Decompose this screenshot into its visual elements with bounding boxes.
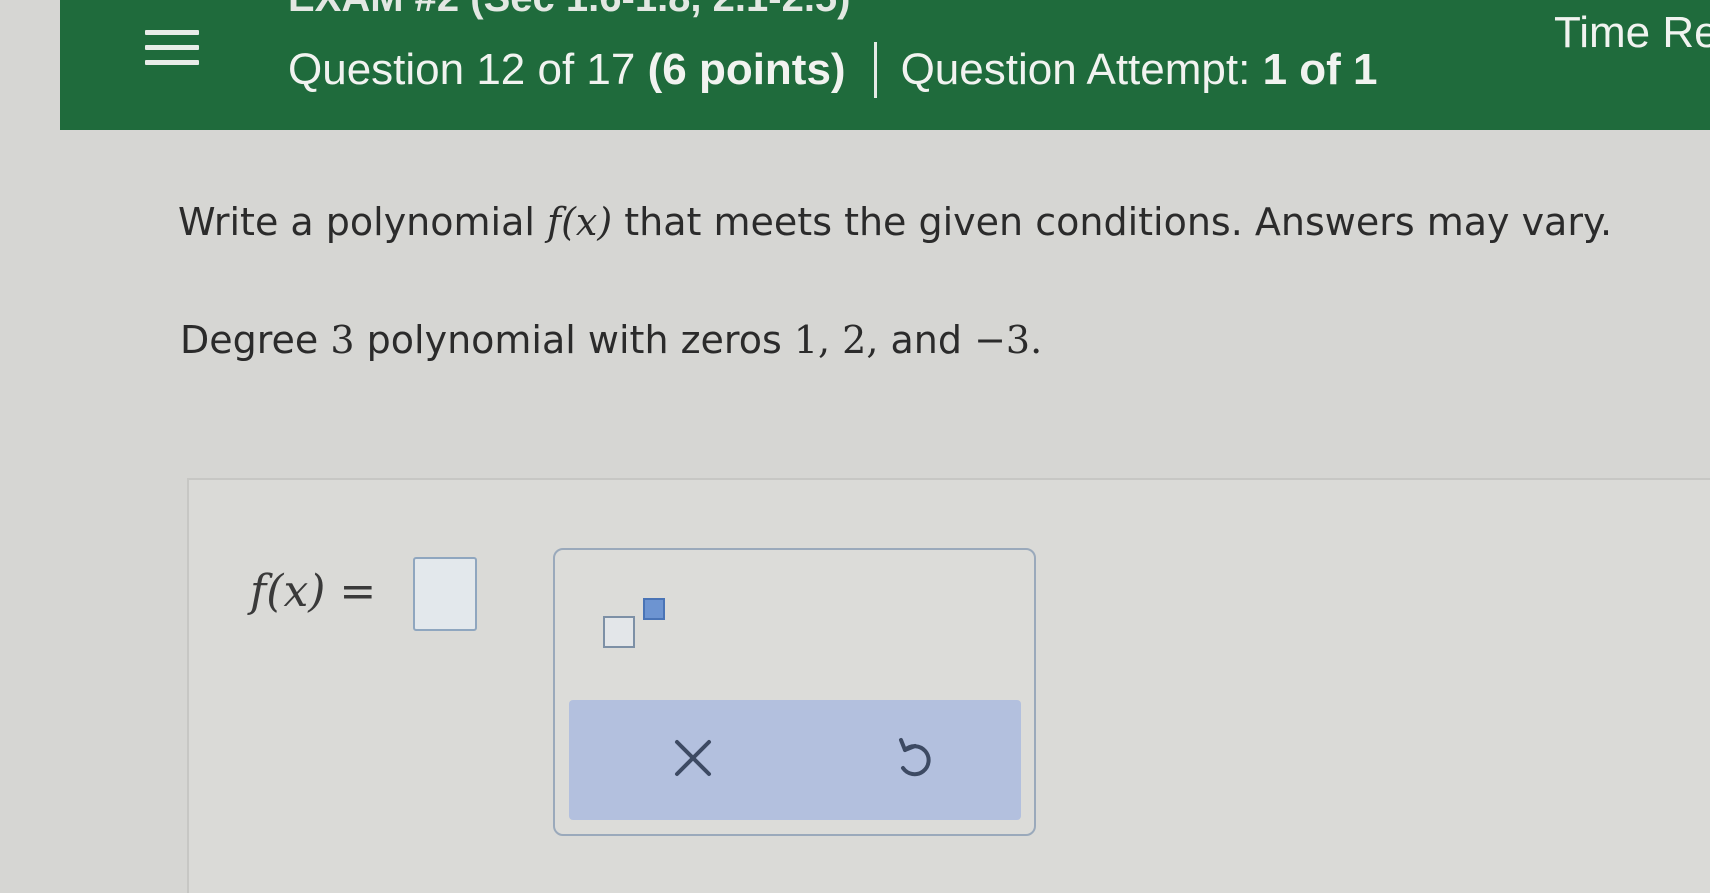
palette-action-bar <box>569 700 1021 820</box>
question-prompt: Write a polynomial f(x) that meets the g… <box>178 200 1613 244</box>
answer-input[interactable] <box>413 557 477 631</box>
question-info: Question 12 of 17 (6 points) Question At… <box>288 42 1377 98</box>
last-zero: −3. <box>974 318 1043 362</box>
answer-label: f(x) = <box>250 566 377 617</box>
question-points: (6 points) <box>647 45 846 94</box>
header-bar: EXAM #2 (Sec 1.6-1.8, 2.1-2.5) Question … <box>60 0 1710 130</box>
degree-value: 3 <box>330 318 355 362</box>
exponent-base-box <box>603 616 635 648</box>
question-condition: Degree 3 polynomial with zeros 1, 2, and… <box>180 318 1043 362</box>
exam-page: EXAM #2 (Sec 1.6-1.8, 2.1-2.5) Question … <box>0 0 1710 893</box>
exponent-template-icon[interactable] <box>603 598 675 654</box>
function-variable: (x) <box>561 200 613 244</box>
exam-title: EXAM #2 (Sec 1.6-1.8, 2.1-2.5) <box>288 0 851 21</box>
function-symbol: f <box>547 200 562 244</box>
zeros-list: 1, 2, <box>793 318 879 362</box>
hamburger-menu-icon[interactable] <box>145 20 205 70</box>
time-remaining-label: Time Re <box>1554 8 1710 57</box>
attempt-label: Question Attempt: <box>900 45 1251 94</box>
exponent-superscript-box <box>643 598 665 620</box>
x-icon[interactable] <box>665 730 721 786</box>
header-divider <box>873 42 877 98</box>
attempt-value: 1 of 1 <box>1262 45 1378 94</box>
question-number: Question 12 of 17 <box>288 45 636 94</box>
math-palette <box>553 548 1036 836</box>
undo-icon[interactable] <box>887 730 943 786</box>
